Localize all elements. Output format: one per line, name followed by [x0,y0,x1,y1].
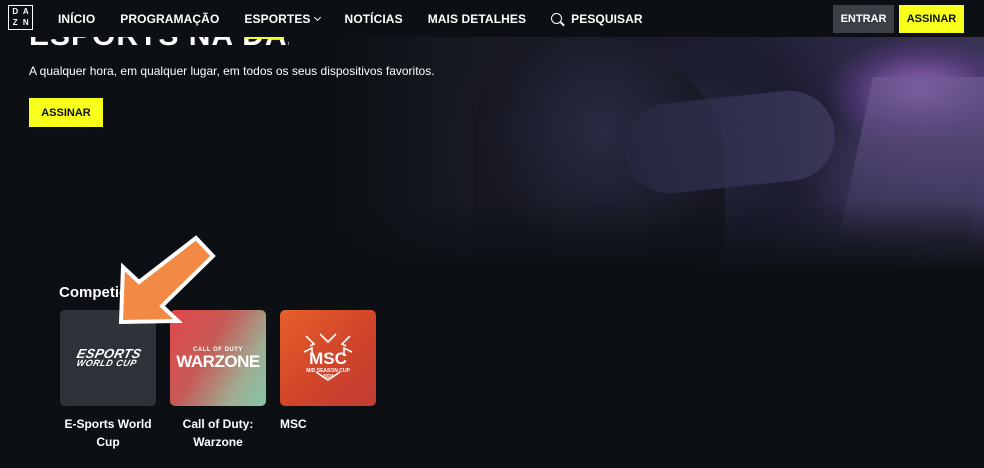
msc-logo: MSC MID SEASON CUP 2024 [303,333,353,381]
search-label: PESQUISAR [571,11,643,26]
logo-letter: A [22,7,29,16]
competition-label-call-of-duty-warzone[interactable]: Call of Duty: Warzone [170,415,266,451]
subscribe-button-header[interactable]: ASSINAR [899,5,964,33]
hero-fade [295,201,984,271]
logo-text: WORLD CUP [75,358,138,368]
search-icon [551,13,563,24]
subscribe-button-hero[interactable]: ASSINAR [29,98,103,127]
logo-letter: N [22,17,29,27]
competition-card-esports-world-cup[interactable]: ESPORTS WORLD CUP [60,310,156,406]
competition-label-msc[interactable]: MSC [280,415,376,433]
dazn-logo[interactable]: D A Z N [8,5,33,30]
hero-title-underline [245,37,284,39]
logo-letter: Z [12,17,18,27]
warzone-logo: CALL OF DUTY WARZONE [176,347,260,371]
competition-card-msc[interactable]: MSC MID SEASON CUP 2024 [280,310,376,406]
nav-item-programacao[interactable]: PROGRAMAÇÃO [120,12,219,26]
competition-label-esports-world-cup[interactable]: E-Sports World Cup [60,415,156,451]
competitions-title: Competições [59,284,154,301]
nav-item-noticias[interactable]: NOTÍCIAS [345,12,403,26]
logo-text: WARZONE [176,351,260,371]
nav-item-inicio[interactable]: INÍCIO [58,12,95,26]
main-nav: INÍCIO PROGRAMAÇÃO ESPORTES NOTÍCIAS MAI… [58,0,668,37]
top-nav-bar: D A Z N INÍCIO PROGRAMAÇÃO ESPORTES NOTÍ… [0,0,984,37]
logo-letter: D [12,7,19,16]
competition-card-call-of-duty-warzone[interactable]: CALL OF DUTY WARZONE [170,310,266,406]
hero-subtitle: A qualquer hora, em qualquer lugar, em t… [29,64,435,78]
nav-item-esportes-label: ESPORTES [244,11,311,26]
search-button[interactable]: PESQUISAR [551,12,643,26]
login-button[interactable]: ENTRAR [833,5,894,33]
logo-text: 2024 [322,374,333,380]
chevron-down-icon [313,13,321,21]
nav-item-esportes[interactable]: ESPORTES [244,11,321,26]
logo-text: MSC [309,349,347,368]
nav-item-mais-detalhes[interactable]: MAIS DETALHES [428,12,526,26]
esports-world-cup-logo: ESPORTS WORLD CUP [74,346,143,368]
